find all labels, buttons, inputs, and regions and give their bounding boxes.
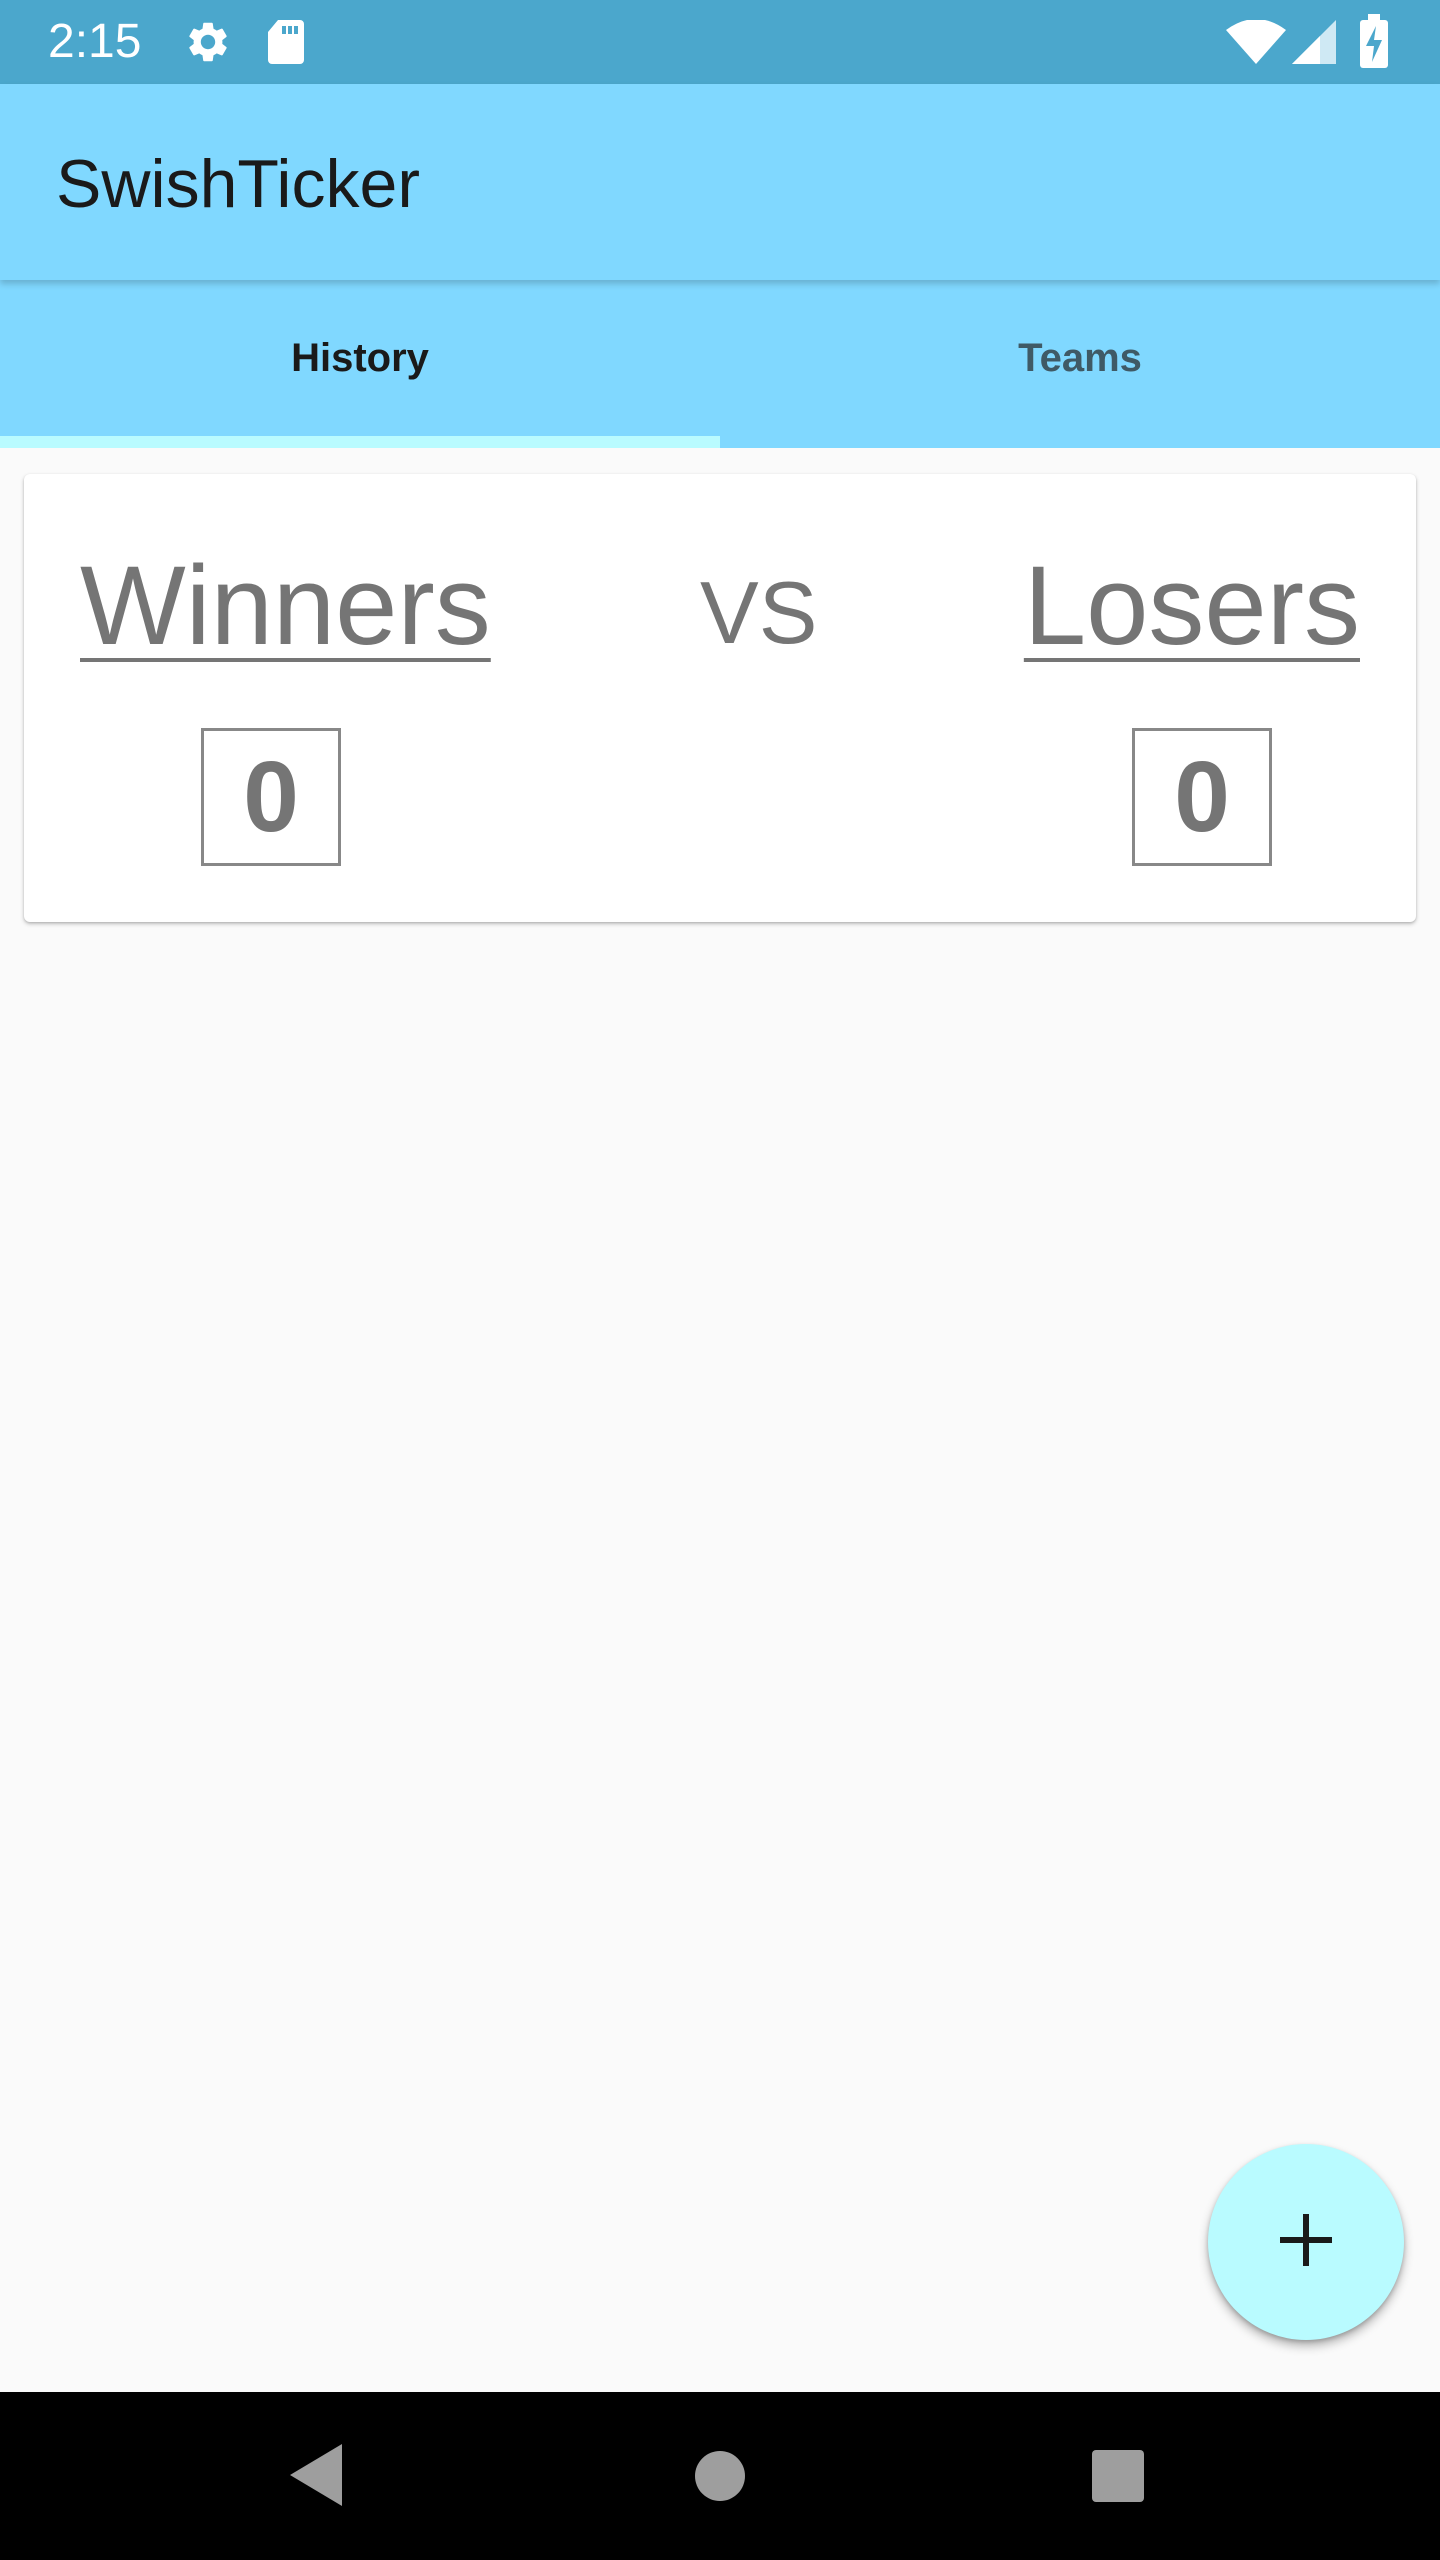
battery-charging-icon bbox=[1360, 14, 1388, 73]
tab-history-label: History bbox=[291, 335, 429, 380]
home-score[interactable]: 0 bbox=[201, 728, 341, 866]
cell-signal-icon bbox=[1292, 20, 1336, 69]
match-card[interactable]: Winners VS Losers 0 0 bbox=[24, 474, 1416, 922]
home-icon[interactable] bbox=[694, 2450, 746, 2507]
gear-icon bbox=[184, 18, 232, 71]
home-team-name[interactable]: Winners bbox=[80, 546, 491, 666]
wifi-icon bbox=[1226, 19, 1286, 69]
back-icon[interactable] bbox=[286, 2442, 346, 2513]
recents-icon[interactable] bbox=[1092, 2450, 1144, 2507]
tab-bar: History Teams bbox=[0, 280, 1440, 448]
status-bar: 2:15 bbox=[0, 0, 1440, 84]
app-title: SwishTicker bbox=[56, 146, 420, 222]
status-time: 2:15 bbox=[48, 15, 142, 68]
vs-label: VS bbox=[700, 563, 818, 662]
plus-icon bbox=[1276, 2210, 1336, 2275]
add-match-button[interactable] bbox=[1208, 2144, 1404, 2340]
tab-history[interactable]: History bbox=[0, 280, 720, 448]
tab-teams[interactable]: Teams bbox=[720, 280, 1440, 448]
sd-card-icon bbox=[266, 18, 306, 71]
home-score-value: 0 bbox=[243, 740, 299, 853]
away-team-name[interactable]: Losers bbox=[1024, 546, 1360, 666]
app-bar: SwishTicker bbox=[0, 84, 1440, 280]
tab-teams-label: Teams bbox=[1018, 335, 1142, 380]
away-score-value: 0 bbox=[1174, 740, 1230, 853]
away-score[interactable]: 0 bbox=[1132, 728, 1272, 866]
tab-indicator bbox=[0, 436, 720, 448]
